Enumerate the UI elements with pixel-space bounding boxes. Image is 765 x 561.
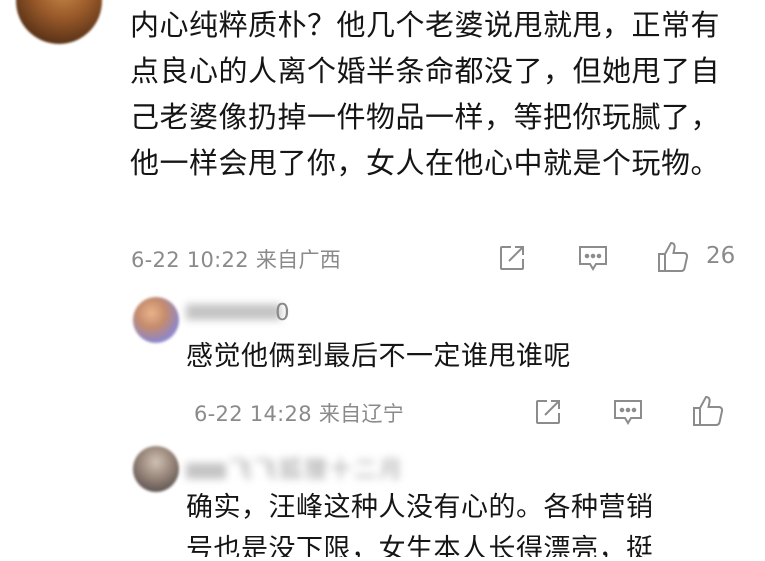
reply-1-meta: 6-22 14:28 来自辽宁 xyxy=(194,398,404,428)
reply-1-text: 感觉他俩到最后不一定谁甩谁呢 xyxy=(186,341,571,372)
main-comment-text: 内心纯粹质朴？他几个老婆说甩就甩，正常有点良心的人离个婚半条命都没了，但她甩了自… xyxy=(130,8,721,180)
main-comment-timestamp: 6-22 10:22 xyxy=(131,248,249,272)
main-comment-meta: 6-22 10:22 来自广西 xyxy=(131,244,341,274)
reply-1-username-suffix: 0 xyxy=(275,300,290,326)
like-count: 26 xyxy=(706,243,736,269)
like-icon[interactable] xyxy=(656,240,690,274)
comment-icon[interactable] xyxy=(577,243,609,273)
avatar-reply-1[interactable] xyxy=(133,297,179,343)
share-icon[interactable] xyxy=(533,397,563,427)
reply-2-text-line-1: 确实，汪峰这种人没有心的。各种营销 xyxy=(186,492,654,523)
avatar-main-commenter[interactable] xyxy=(16,0,102,44)
reply-1-location: 来自辽宁 xyxy=(318,402,405,426)
reply-2-text-line-2: 号也是没下限，女生本人长得漂亮，挺 xyxy=(186,534,654,557)
like-icon[interactable] xyxy=(691,394,725,428)
comment-icon[interactable] xyxy=(612,397,644,427)
reply-1-username[interactable] xyxy=(186,298,284,324)
reply-2-text: 确实，汪峰这种人没有心的。各种营销 号也是没下限，女生本人长得漂亮，挺 xyxy=(186,487,746,557)
reply-2-username[interactable]: 飞飞狐狸十二月 xyxy=(186,450,404,484)
reply-1-timestamp: 6-22 14:28 xyxy=(194,402,312,426)
main-comment-location: 来自广西 xyxy=(255,248,342,272)
avatar-reply-2[interactable] xyxy=(133,446,179,492)
share-icon[interactable] xyxy=(497,243,527,273)
